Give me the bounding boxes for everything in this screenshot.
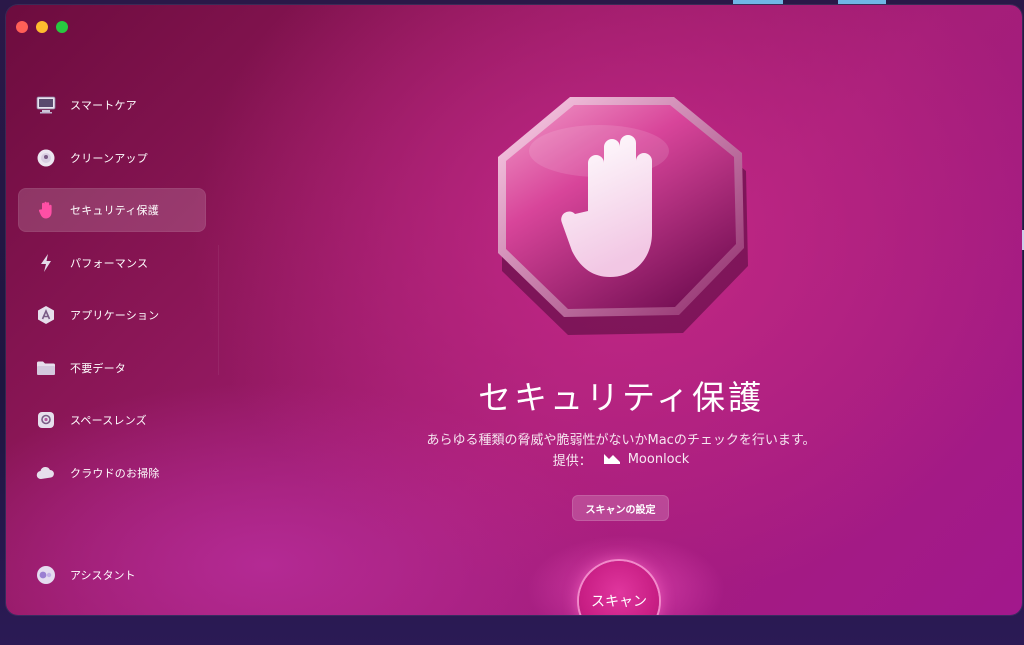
sidebar-item-label: スペースレンズ xyxy=(70,414,147,427)
assistant-label: アシスタント xyxy=(70,569,136,582)
sidebar-divider xyxy=(218,245,219,375)
sidebar-item-label: セキュリティ保護 xyxy=(70,204,159,217)
hand-stop-icon xyxy=(36,200,56,220)
sidebar-item-label: クラウドのお掃除 xyxy=(70,466,160,480)
sidebar-item-cloud-cleanup[interactable]: クラウドのお掃除 xyxy=(18,451,206,495)
close-window-button[interactable] xyxy=(16,21,28,33)
zoom-window-button[interactable] xyxy=(56,21,68,33)
hero-illustration xyxy=(484,91,754,341)
lightning-icon xyxy=(36,253,56,273)
desktop-accent xyxy=(838,0,886,4)
assistant-icon xyxy=(36,565,56,585)
cloud-icon xyxy=(36,463,56,483)
sidebar-item-applications[interactable]: アプリケーション xyxy=(18,293,206,337)
cleanup-disc-icon xyxy=(36,148,56,168)
scan-settings-button[interactable]: スキャンの設定 xyxy=(572,495,669,521)
sidebar: スマートケア クリーンアップ セキュリティ保護 パフォーマンス アプリケーション… xyxy=(18,83,206,503)
sidebar-item-label: スマートケア xyxy=(70,99,137,112)
provider-line: 提供： Moonlock xyxy=(306,450,936,469)
applications-icon xyxy=(36,305,56,325)
sidebar-item-label: 不要データ xyxy=(70,361,126,375)
desktop-accent xyxy=(733,0,783,4)
moonlock-logo-icon xyxy=(603,452,620,468)
sidebar-item-smart-care[interactable]: スマートケア xyxy=(18,83,206,127)
sidebar-item-label: パフォーマンス xyxy=(70,256,149,270)
monitor-icon xyxy=(36,95,56,115)
folder-icon xyxy=(36,358,56,378)
app-window: スマートケア クリーンアップ セキュリティ保護 パフォーマンス アプリケーション… xyxy=(6,5,1022,615)
lens-icon xyxy=(36,410,56,430)
provider-name: Moonlock xyxy=(627,452,690,467)
window-controls xyxy=(16,21,68,33)
provider-prefix: 提供： xyxy=(552,454,592,469)
sidebar-item-label: クリーンアップ xyxy=(70,151,148,165)
sidebar-item-space-lens[interactable]: スペースレンズ xyxy=(18,398,206,442)
minimize-window-button[interactable] xyxy=(36,21,48,33)
sidebar-item-clutter[interactable]: 不要データ xyxy=(18,346,206,390)
sidebar-item-performance[interactable]: パフォーマンス xyxy=(18,241,206,285)
assistant-button[interactable]: アシスタント xyxy=(36,565,136,585)
sidebar-item-label: アプリケーション xyxy=(70,309,160,322)
sidebar-item-protection[interactable]: セキュリティ保護 xyxy=(18,188,206,232)
sidebar-item-cleanup[interactable]: クリーンアップ xyxy=(18,136,206,180)
page-title: セキュリティ保護 xyxy=(477,378,765,417)
page-description: あらゆる種類の脅威や脆弱性がないかMacのチェックを行います。 xyxy=(426,433,816,448)
